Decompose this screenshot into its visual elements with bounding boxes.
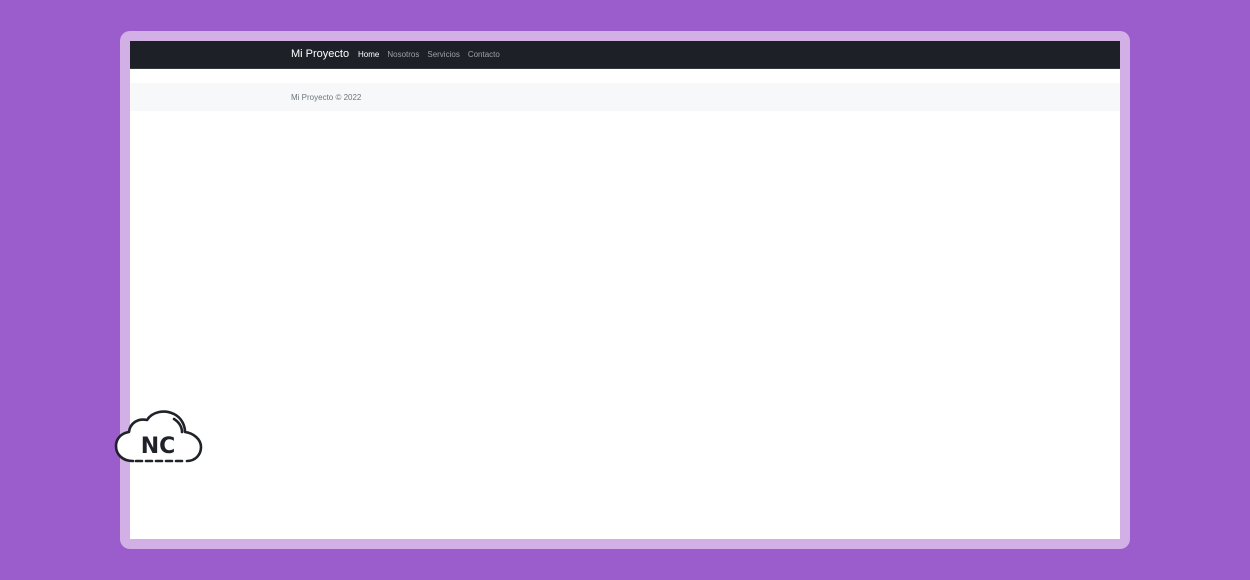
page-viewport: Mi Proyecto Home Nosotros Servicios Cont… (130, 41, 1120, 539)
nav-links: Home Nosotros Servicios Contacto (358, 50, 500, 59)
nav-link-servicios[interactable]: Servicios (427, 50, 459, 59)
nav-link-nosotros[interactable]: Nosotros (387, 50, 419, 59)
nav-link-contacto[interactable]: Contacto (468, 50, 500, 59)
navbar-brand[interactable]: Mi Proyecto (291, 48, 349, 60)
cloud-icon: NC (114, 410, 203, 463)
footer: Mi Proyecto © 2022 (130, 83, 1120, 111)
browser-frame: Mi Proyecto Home Nosotros Servicios Cont… (120, 31, 1130, 549)
nav-link-home[interactable]: Home (358, 50, 379, 59)
logo-text: NC (141, 434, 176, 459)
footer-copyright: Mi Proyecto © 2022 (291, 93, 362, 102)
navbar: Mi Proyecto Home Nosotros Servicios Cont… (130, 41, 1120, 69)
